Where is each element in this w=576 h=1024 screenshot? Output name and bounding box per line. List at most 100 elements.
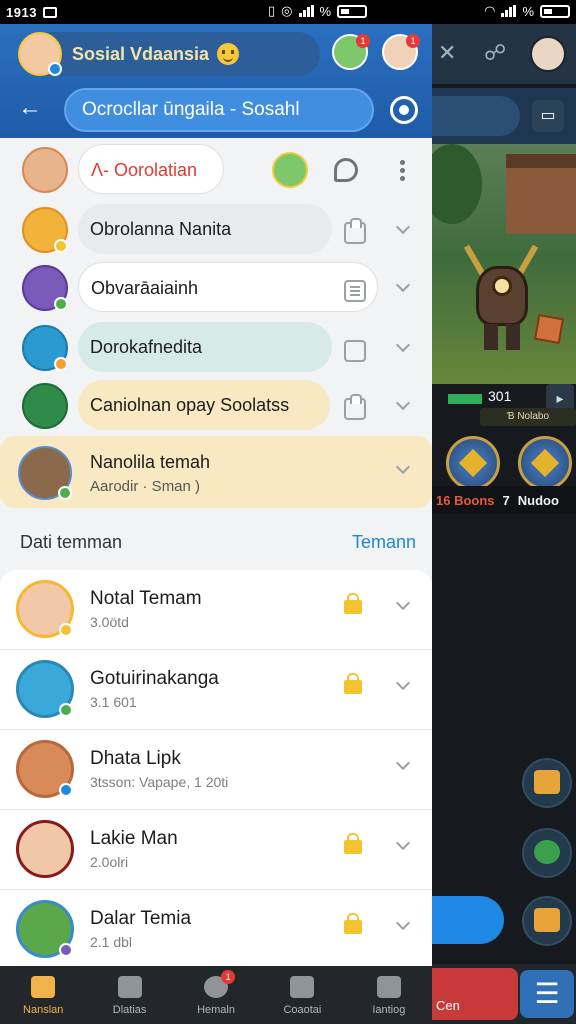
friend-status: 2.1 dbl <box>90 934 133 950</box>
friend-name: Dhata Lipk <box>90 748 181 769</box>
selected-chat-title: Nanolila temah <box>90 452 211 472</box>
nav-settings[interactable]: Iantiog <box>346 966 432 1024</box>
copy-icon[interactable] <box>344 340 366 362</box>
chat-label: Λ- Oorolatian <box>78 144 224 194</box>
selected-chat-subtitle: Aarodir · Sman ) <box>90 478 201 495</box>
friend-name: Lakie Man <box>90 828 178 849</box>
list-item[interactable]: Notal Temam 3.0ötd <box>0 570 432 650</box>
chat-avatar <box>22 265 68 311</box>
game-blue-button[interactable] <box>432 896 504 944</box>
chat-bubble-icon[interactable] <box>334 158 358 182</box>
chat-label: Obrolanna Nanita <box>78 204 332 254</box>
wifi-percent: % <box>319 3 332 19</box>
nav-data[interactable]: Dlatias <box>86 966 172 1024</box>
list-item[interactable]: Dhata Lipk 3tsson: Vapape, 1 20ti <box>0 730 432 810</box>
game-background: ✕ ☍ ▭ 301 ▸ Ɓ Nolabo 16 Boons 7 Nudoo Ce… <box>432 24 576 1024</box>
map-button[interactable] <box>522 828 572 878</box>
friend-avatar-1[interactable]: 1 <box>332 34 370 70</box>
friend-name: Notal Temam <box>90 588 202 609</box>
add-friend-icon[interactable]: ☍ <box>484 40 506 66</box>
chat-avatar <box>22 207 68 253</box>
shop-icon[interactable]: ▭ <box>532 100 564 132</box>
chevron-down-icon[interactable] <box>395 835 411 851</box>
home-icon <box>31 976 56 998</box>
chat-row[interactable]: Obvarāaiainh <box>0 260 432 318</box>
chevron-down-icon[interactable] <box>395 915 411 931</box>
people-icon <box>290 976 315 998</box>
close-x-icon[interactable]: ✕ <box>438 40 456 66</box>
monster-character[interactable] <box>462 236 542 356</box>
friend-avatar <box>16 900 74 958</box>
chat-label: Obvarāaiainh <box>78 262 378 312</box>
star-button[interactable] <box>522 896 572 946</box>
clipboard-icon[interactable] <box>344 218 366 244</box>
back-arrow-icon[interactable]: ← <box>18 94 46 122</box>
chat-row[interactable]: Caniolnan opay Soolatss <box>0 378 432 436</box>
chevron-down-icon[interactable] <box>395 755 411 771</box>
chat-row[interactable]: Dorokafnedita <box>0 320 432 378</box>
chevron-down-icon[interactable] <box>395 675 411 691</box>
game-action-pill[interactable] <box>432 96 520 136</box>
chat-row[interactable]: Λ- Oorolatian <box>0 142 432 200</box>
group-avatar[interactable] <box>272 152 308 188</box>
game-toolbar: ▭ <box>432 88 576 144</box>
chevron-down-icon[interactable] <box>395 395 411 411</box>
document-icon[interactable] <box>344 280 366 302</box>
game-scene <box>432 144 576 400</box>
lock-icon <box>344 913 362 934</box>
vibrate-icon: ▯ <box>268 3 276 18</box>
nav-contacts[interactable]: Coaotai <box>259 966 345 1024</box>
friend-avatar <box>16 580 74 638</box>
friend-status: 3tsson: Vapape, 1 20ti <box>90 774 229 790</box>
chevron-down-icon[interactable] <box>395 459 411 475</box>
chevron-down-icon[interactable] <box>395 595 411 611</box>
game-topbar: ✕ ☍ <box>432 24 576 84</box>
chevron-down-icon[interactable] <box>395 219 411 235</box>
signal-icon <box>298 5 314 17</box>
friend-status: 2.0olri <box>90 854 129 870</box>
friend-name: Dalar Temia <box>90 908 192 929</box>
list-item[interactable]: Dalar Temia 2.1 dbl <box>0 890 432 970</box>
search-input[interactable]: Ocrocllar ūngaila - Sosahl <box>64 88 374 132</box>
chevron-down-icon[interactable] <box>395 337 411 353</box>
profile-pill[interactable]: Sosial Vdaansia <box>18 32 320 76</box>
menu-icon[interactable]: ☰ <box>520 970 574 1018</box>
game-red-label: Cen <box>436 998 460 1013</box>
game-avatar[interactable] <box>530 36 566 72</box>
more-options-icon[interactable] <box>400 160 406 182</box>
hp-value: 301 <box>488 388 512 404</box>
nav-messages[interactable]: 1 Hemaln <box>173 966 259 1024</box>
friend-avatar <box>16 660 74 718</box>
social-panel: Sosial Vdaansia 1 1 ← Ocrocllar ūngaila … <box>0 24 432 1024</box>
chest-button[interactable] <box>522 758 572 808</box>
alarm-icon: ◎ <box>281 3 293 18</box>
friend-avatar-2[interactable]: 1 <box>382 34 420 70</box>
chat-row[interactable]: Obrolanna Nanita <box>0 202 432 260</box>
friend-avatar <box>16 820 74 878</box>
bottom-nav: Nanslan Dlatias 1 Hemaln Coaotai Iantiog <box>0 966 432 1024</box>
chat-avatar <box>22 147 68 193</box>
grid-icon <box>376 976 401 998</box>
list-item[interactable]: Lakie Man 2.0olri <box>0 810 432 890</box>
check-avatar <box>22 383 68 429</box>
clipboard-icon[interactable] <box>344 394 366 420</box>
user-avatar[interactable] <box>18 32 62 76</box>
ability-button-1[interactable] <box>446 436 500 490</box>
stats-number: 7 <box>502 492 510 508</box>
game-stats: 16 Boons 7 Nudoo <box>432 486 576 514</box>
friends-section-label: Dati temman <box>20 532 123 552</box>
search-row: ← Ocrocllar ūngaila - Sosahl <box>0 82 432 138</box>
selected-chat-row[interactable]: Nanolila temah Aarodir · Sman ) <box>0 436 432 508</box>
chevron-down-icon[interactable] <box>395 277 411 293</box>
lock-icon <box>344 593 362 614</box>
game-red-button[interactable]: Cen <box>432 968 518 1020</box>
nav-label: Hemaln <box>197 1004 235 1016</box>
target-icon[interactable] <box>390 96 418 124</box>
nav-home[interactable]: Nanslan <box>0 966 86 1024</box>
nav-badge: 1 <box>221 970 236 984</box>
friends-section-action[interactable]: Temann <box>352 532 416 553</box>
crate[interactable] <box>533 313 565 345</box>
ability-button-2[interactable] <box>518 436 572 490</box>
list-item[interactable]: Gotuirinakanga 3.1 601 <box>0 650 432 730</box>
notification-icon <box>42 6 57 18</box>
